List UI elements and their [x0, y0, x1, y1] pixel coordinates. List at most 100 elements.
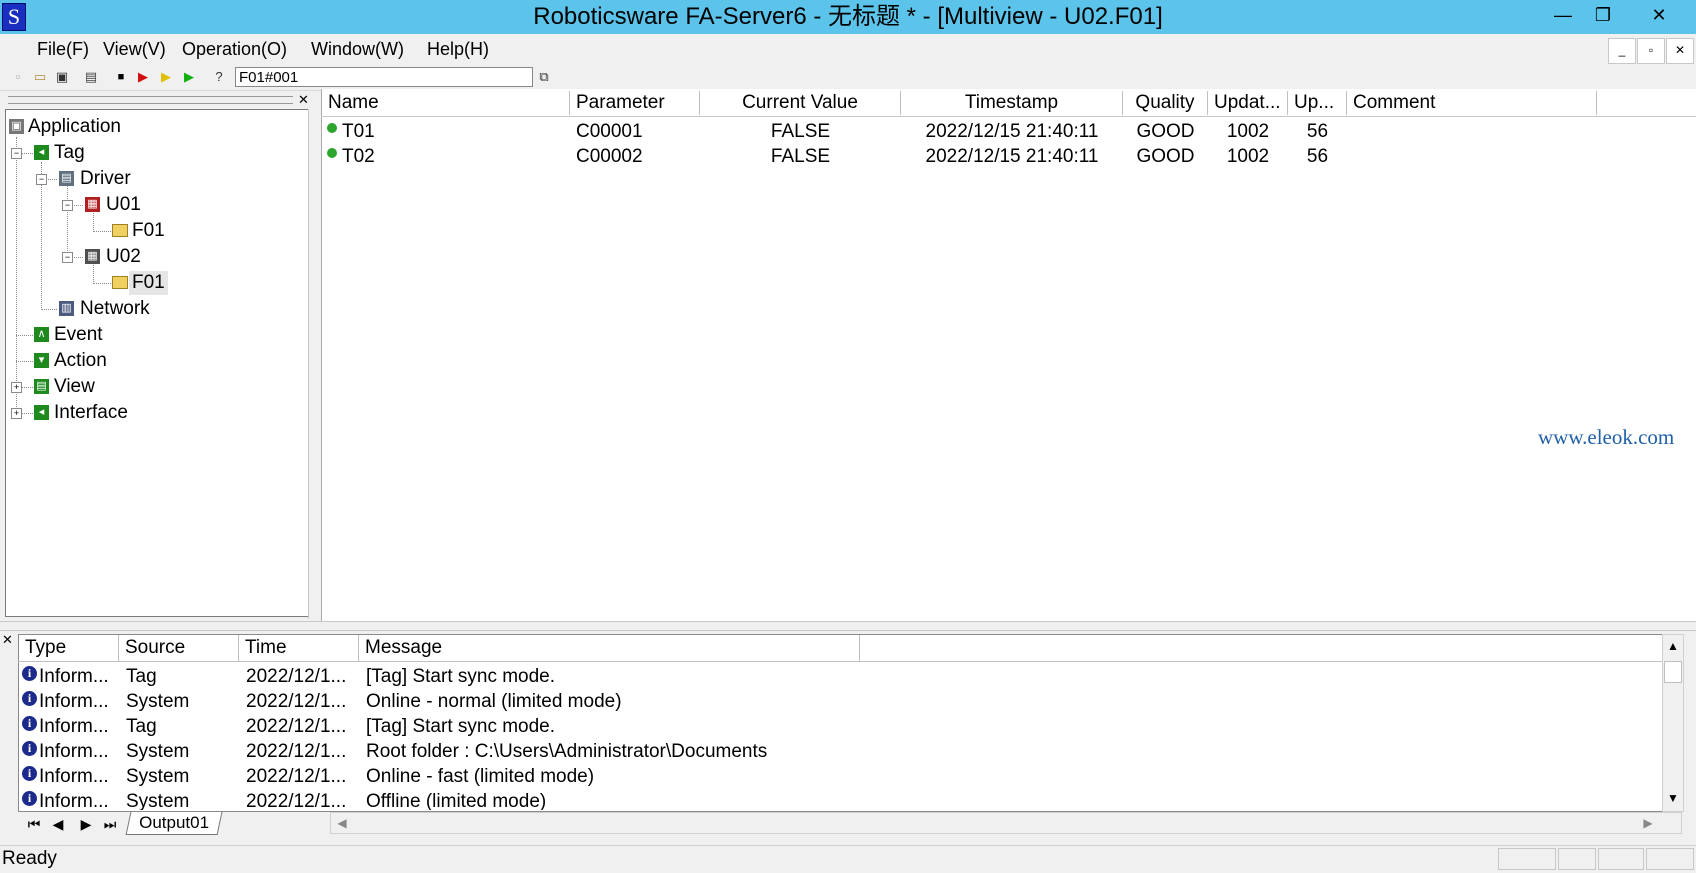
column-header-name[interactable]: Name: [322, 91, 570, 115]
expand-toggle[interactable]: +: [11, 382, 22, 393]
event-icon: ∧: [34, 327, 49, 342]
menu-operation[interactable]: Operation(O): [182, 38, 287, 60]
collapse-toggle[interactable]: −: [36, 174, 47, 185]
properties-icon[interactable]: ▤: [82, 68, 100, 86]
scroll-left-icon[interactable]: ◀: [334, 814, 350, 832]
info-icon: i: [22, 791, 37, 806]
tree-item-u02[interactable]: U02: [106, 245, 141, 269]
pane-gripper[interactable]: [8, 96, 293, 104]
save-icon[interactable]: ▣: [53, 68, 71, 86]
window-title: Roboticsware FA-Server6 - 无标题 * - [Multi…: [533, 3, 1163, 30]
output-time: 2022/12/1...: [246, 716, 347, 737]
status-segment: [1558, 848, 1596, 870]
copy-icon[interactable]: ⧉: [535, 68, 553, 86]
output-close-icon[interactable]: ✕: [2, 632, 13, 648]
row-name[interactable]: T02: [342, 145, 375, 169]
output-header-message[interactable]: Message: [359, 635, 860, 661]
pane-close-icon[interactable]: ✕: [298, 92, 309, 108]
splitter[interactable]: [308, 109, 319, 619]
collapse-toggle[interactable]: −: [62, 252, 73, 263]
menu-view[interactable]: View(V): [103, 38, 166, 60]
prev-tab-icon[interactable]: ◀: [46, 814, 70, 834]
status-text: Ready: [2, 848, 57, 869]
output-message: [Tag] Start sync mode.: [366, 716, 556, 737]
tab-output01[interactable]: Output01: [125, 812, 223, 835]
menu-file[interactable]: File(F): [37, 38, 89, 60]
column-header-quality[interactable]: Quality: [1123, 91, 1208, 115]
column-header-parameter[interactable]: Parameter: [570, 91, 700, 115]
output-header-time[interactable]: Time: [239, 635, 359, 661]
tree-item-view[interactable]: View: [54, 375, 95, 399]
row-quality: GOOD: [1136, 146, 1195, 167]
output-header-type[interactable]: Type: [19, 635, 119, 661]
scroll-thumb[interactable]: [1664, 661, 1682, 683]
menu-help[interactable]: Help(H): [427, 38, 489, 60]
scroll-down-icon[interactable]: ▼: [1664, 788, 1682, 808]
tree-line: [93, 283, 111, 284]
column-header-update[interactable]: Updat...: [1208, 91, 1288, 115]
address-field[interactable]: F01#001: [235, 67, 533, 87]
help-icon[interactable]: ?: [210, 68, 228, 86]
tree-item-interface[interactable]: Interface: [54, 401, 128, 425]
output-type: Inform...: [39, 741, 109, 762]
tree-item-application[interactable]: Application: [28, 115, 121, 139]
output-type: Inform...: [39, 716, 109, 737]
tree-item-network[interactable]: Network: [80, 297, 150, 321]
output-source: System: [126, 741, 190, 762]
stop-icon[interactable]: ■: [112, 68, 130, 86]
scroll-right-icon[interactable]: ▶: [1640, 814, 1656, 832]
tree-item-u01[interactable]: U01: [106, 193, 141, 217]
tree-line: [41, 309, 57, 310]
tree-item-driver[interactable]: Driver: [80, 167, 131, 191]
expand-toggle[interactable]: +: [11, 408, 22, 419]
application-icon: ▣: [9, 119, 24, 134]
run-red-icon[interactable]: ▶: [134, 68, 152, 86]
column-header-up[interactable]: Up...: [1288, 91, 1347, 115]
info-icon: i: [22, 691, 37, 706]
tree-line: [16, 361, 33, 362]
tree-item-u01-f01[interactable]: F01: [132, 219, 165, 243]
output-message: Online - normal (limited mode): [366, 691, 622, 712]
output-horizontal-scrollbar[interactable]: [330, 812, 1682, 834]
close-button[interactable]: ✕: [1627, 0, 1691, 30]
status-segment: [1498, 848, 1556, 870]
column-header-current-value[interactable]: Current Value: [700, 91, 901, 115]
row-parameter: C00002: [576, 146, 643, 167]
output-message: Root folder : C:\Users\Administrator\Doc…: [366, 741, 768, 762]
tag-icon: ◂: [34, 145, 49, 160]
run-green-icon[interactable]: ▶: [180, 68, 198, 86]
last-tab-icon[interactable]: ⏭: [98, 814, 122, 834]
output-type: Inform...: [39, 691, 109, 712]
mdi-minimize-button[interactable]: _: [1608, 38, 1636, 64]
tree-line: [16, 137, 17, 415]
mdi-close-button[interactable]: ✕: [1666, 38, 1694, 64]
watermark: www.eleok.com: [1538, 425, 1675, 449]
action-icon: ▾: [34, 353, 49, 368]
output-header-source[interactable]: Source: [119, 635, 239, 661]
tree-item-event[interactable]: Event: [54, 323, 103, 347]
column-header-comment[interactable]: Comment: [1347, 91, 1597, 115]
tree-item-action[interactable]: Action: [54, 349, 107, 373]
next-tab-icon[interactable]: ▶: [74, 814, 98, 834]
output-source: System: [126, 791, 190, 810]
collapse-toggle[interactable]: −: [62, 200, 73, 211]
new-file-icon[interactable]: ▫: [9, 68, 27, 86]
scroll-up-icon[interactable]: ▲: [1664, 636, 1682, 656]
first-tab-icon[interactable]: ⏮: [22, 814, 46, 834]
tree-pane: [5, 109, 311, 617]
open-folder-icon[interactable]: ▭: [31, 68, 49, 86]
output-splitter[interactable]: [0, 621, 1696, 631]
run-yellow-icon[interactable]: ▶: [157, 68, 175, 86]
tree-item-tag[interactable]: Tag: [54, 141, 85, 165]
row-name[interactable]: T01: [342, 120, 375, 144]
menu-window[interactable]: Window(W): [311, 38, 404, 60]
tab-output01-label: Output01: [139, 813, 210, 832]
mdi-restore-button[interactable]: ▫: [1637, 38, 1665, 64]
maximize-button[interactable]: ❐: [1580, 0, 1626, 30]
output-source: System: [126, 766, 190, 787]
row-timestamp: 2022/12/15 21:40:11: [925, 146, 1099, 167]
header-divider: [321, 116, 1696, 117]
collapse-toggle[interactable]: −: [11, 148, 22, 159]
tree-item-u02-f01-selected[interactable]: F01: [129, 271, 168, 295]
column-header-timestamp[interactable]: Timestamp: [901, 91, 1123, 115]
